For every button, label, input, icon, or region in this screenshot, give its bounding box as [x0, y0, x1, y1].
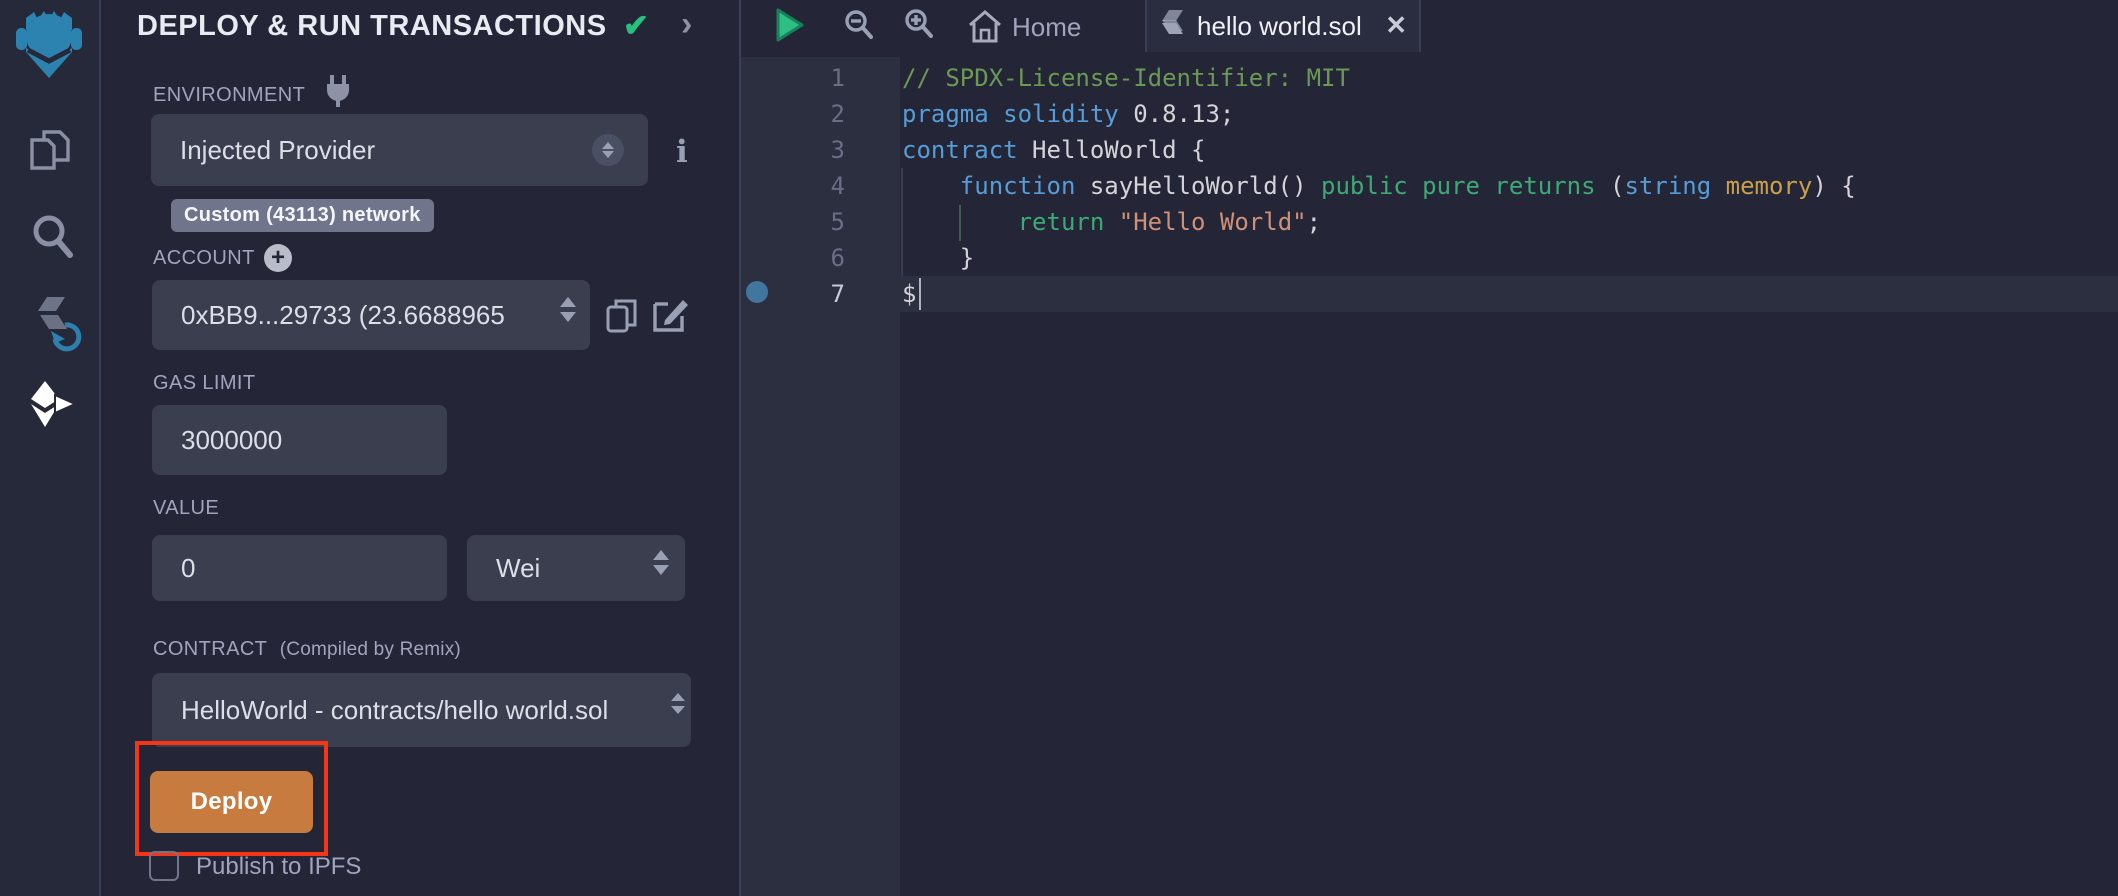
code-line[interactable]: function sayHelloWorld() public pure ret…: [902, 168, 1856, 204]
check-icon: ✔: [623, 8, 649, 44]
deploy-button[interactable]: Deploy: [150, 771, 313, 833]
solidity-file-icon: [1161, 10, 1187, 42]
code-line[interactable]: pragma solidity 0.8.13;: [902, 96, 1856, 132]
tab-home-label[interactable]: Home: [1012, 12, 1081, 43]
zoom-in-icon[interactable]: [903, 7, 935, 39]
search-icon[interactable]: [28, 210, 78, 262]
text-cursor: [919, 278, 921, 310]
line-number[interactable]: 2: [741, 96, 845, 132]
environment-label: ENVIRONMENT: [153, 84, 305, 107]
line-number[interactable]: 1: [741, 60, 845, 96]
network-badge: Custom (43113) network: [171, 199, 434, 232]
add-account-icon[interactable]: +: [264, 244, 292, 272]
account-label: ACCOUNT: [153, 247, 255, 270]
chevron-right-icon[interactable]: ›: [681, 5, 692, 44]
gas-limit-label: GAS LIMIT: [153, 372, 256, 395]
environment-value: Injected Provider: [180, 135, 375, 166]
account-select[interactable]: 0xBB9...29733 (23.6688965: [152, 280, 590, 350]
contract-select-arrows-icon: [671, 693, 685, 714]
line-number[interactable]: 5: [741, 204, 845, 240]
deploy-run-icon[interactable]: [28, 380, 78, 428]
zoom-out-icon[interactable]: [843, 8, 875, 40]
icon-sidebar: [0, 0, 101, 896]
code-line[interactable]: return "Hello World";: [902, 204, 1856, 240]
line-number[interactable]: 7: [741, 276, 845, 312]
tab-label: hello world.sol: [1197, 11, 1362, 42]
contract-select[interactable]: HelloWorld - contracts/hello world.sol: [152, 673, 691, 747]
line-number[interactable]: 3: [741, 132, 845, 168]
plug-icon: [322, 74, 354, 108]
panel-title: DEPLOY & RUN TRANSACTIONS: [137, 10, 607, 43]
tab-home[interactable]: [967, 10, 1003, 44]
run-play-icon[interactable]: [774, 7, 806, 43]
copy-account-icon[interactable]: [606, 298, 638, 334]
line-numbers[interactable]: 1234567: [741, 60, 845, 312]
value-unit: Wei: [496, 553, 540, 584]
account-value: 0xBB9...29733 (23.6688965: [181, 300, 505, 331]
line-number[interactable]: 6: [741, 240, 845, 276]
contract-label: CONTRACT: [153, 638, 267, 660]
environment-select[interactable]: Injected Provider: [151, 114, 648, 186]
remix-ide-window: DEPLOY & RUN TRANSACTIONS ✔ › ENVIRONMEN…: [0, 0, 2118, 896]
value-input[interactable]: [152, 535, 447, 601]
line-number[interactable]: 4: [741, 168, 845, 204]
solidity-compiler-icon[interactable]: [30, 294, 90, 356]
value-unit-select[interactable]: Wei: [467, 535, 685, 601]
code-line[interactable]: // SPDX-License-Identifier: MIT: [902, 60, 1856, 96]
code-area[interactable]: // SPDX-License-Identifier: MITpragma so…: [902, 60, 1856, 312]
contract-value: HelloWorld - contracts/hello world.sol: [181, 695, 608, 726]
unit-select-arrows-icon: [653, 550, 669, 575]
remix-logo: [14, 8, 84, 78]
code-line[interactable]: $: [902, 276, 1856, 312]
publish-ipfs-label: Publish to IPFS: [196, 853, 361, 881]
environment-select-arrows-icon[interactable]: [592, 134, 624, 166]
home-icon: [967, 10, 1003, 44]
gas-limit-input[interactable]: [152, 405, 447, 475]
editor-tabbar: [741, 0, 2118, 57]
edit-account-icon[interactable]: [652, 296, 690, 334]
code-line[interactable]: }: [902, 240, 1856, 276]
contract-sublabel: (Compiled by Remix): [280, 639, 461, 660]
info-icon[interactable]: i: [676, 134, 688, 170]
publish-ipfs-checkbox[interactable]: [149, 851, 179, 881]
tab-hello-world-sol[interactable]: hello world.sol ✕: [1145, 0, 1421, 52]
close-icon[interactable]: ✕: [1385, 10, 1407, 41]
file-explorer-icon[interactable]: [26, 126, 76, 176]
value-label: VALUE: [153, 497, 219, 520]
account-select-arrows-icon: [560, 297, 576, 322]
code-line[interactable]: contract HelloWorld {: [902, 132, 1856, 168]
